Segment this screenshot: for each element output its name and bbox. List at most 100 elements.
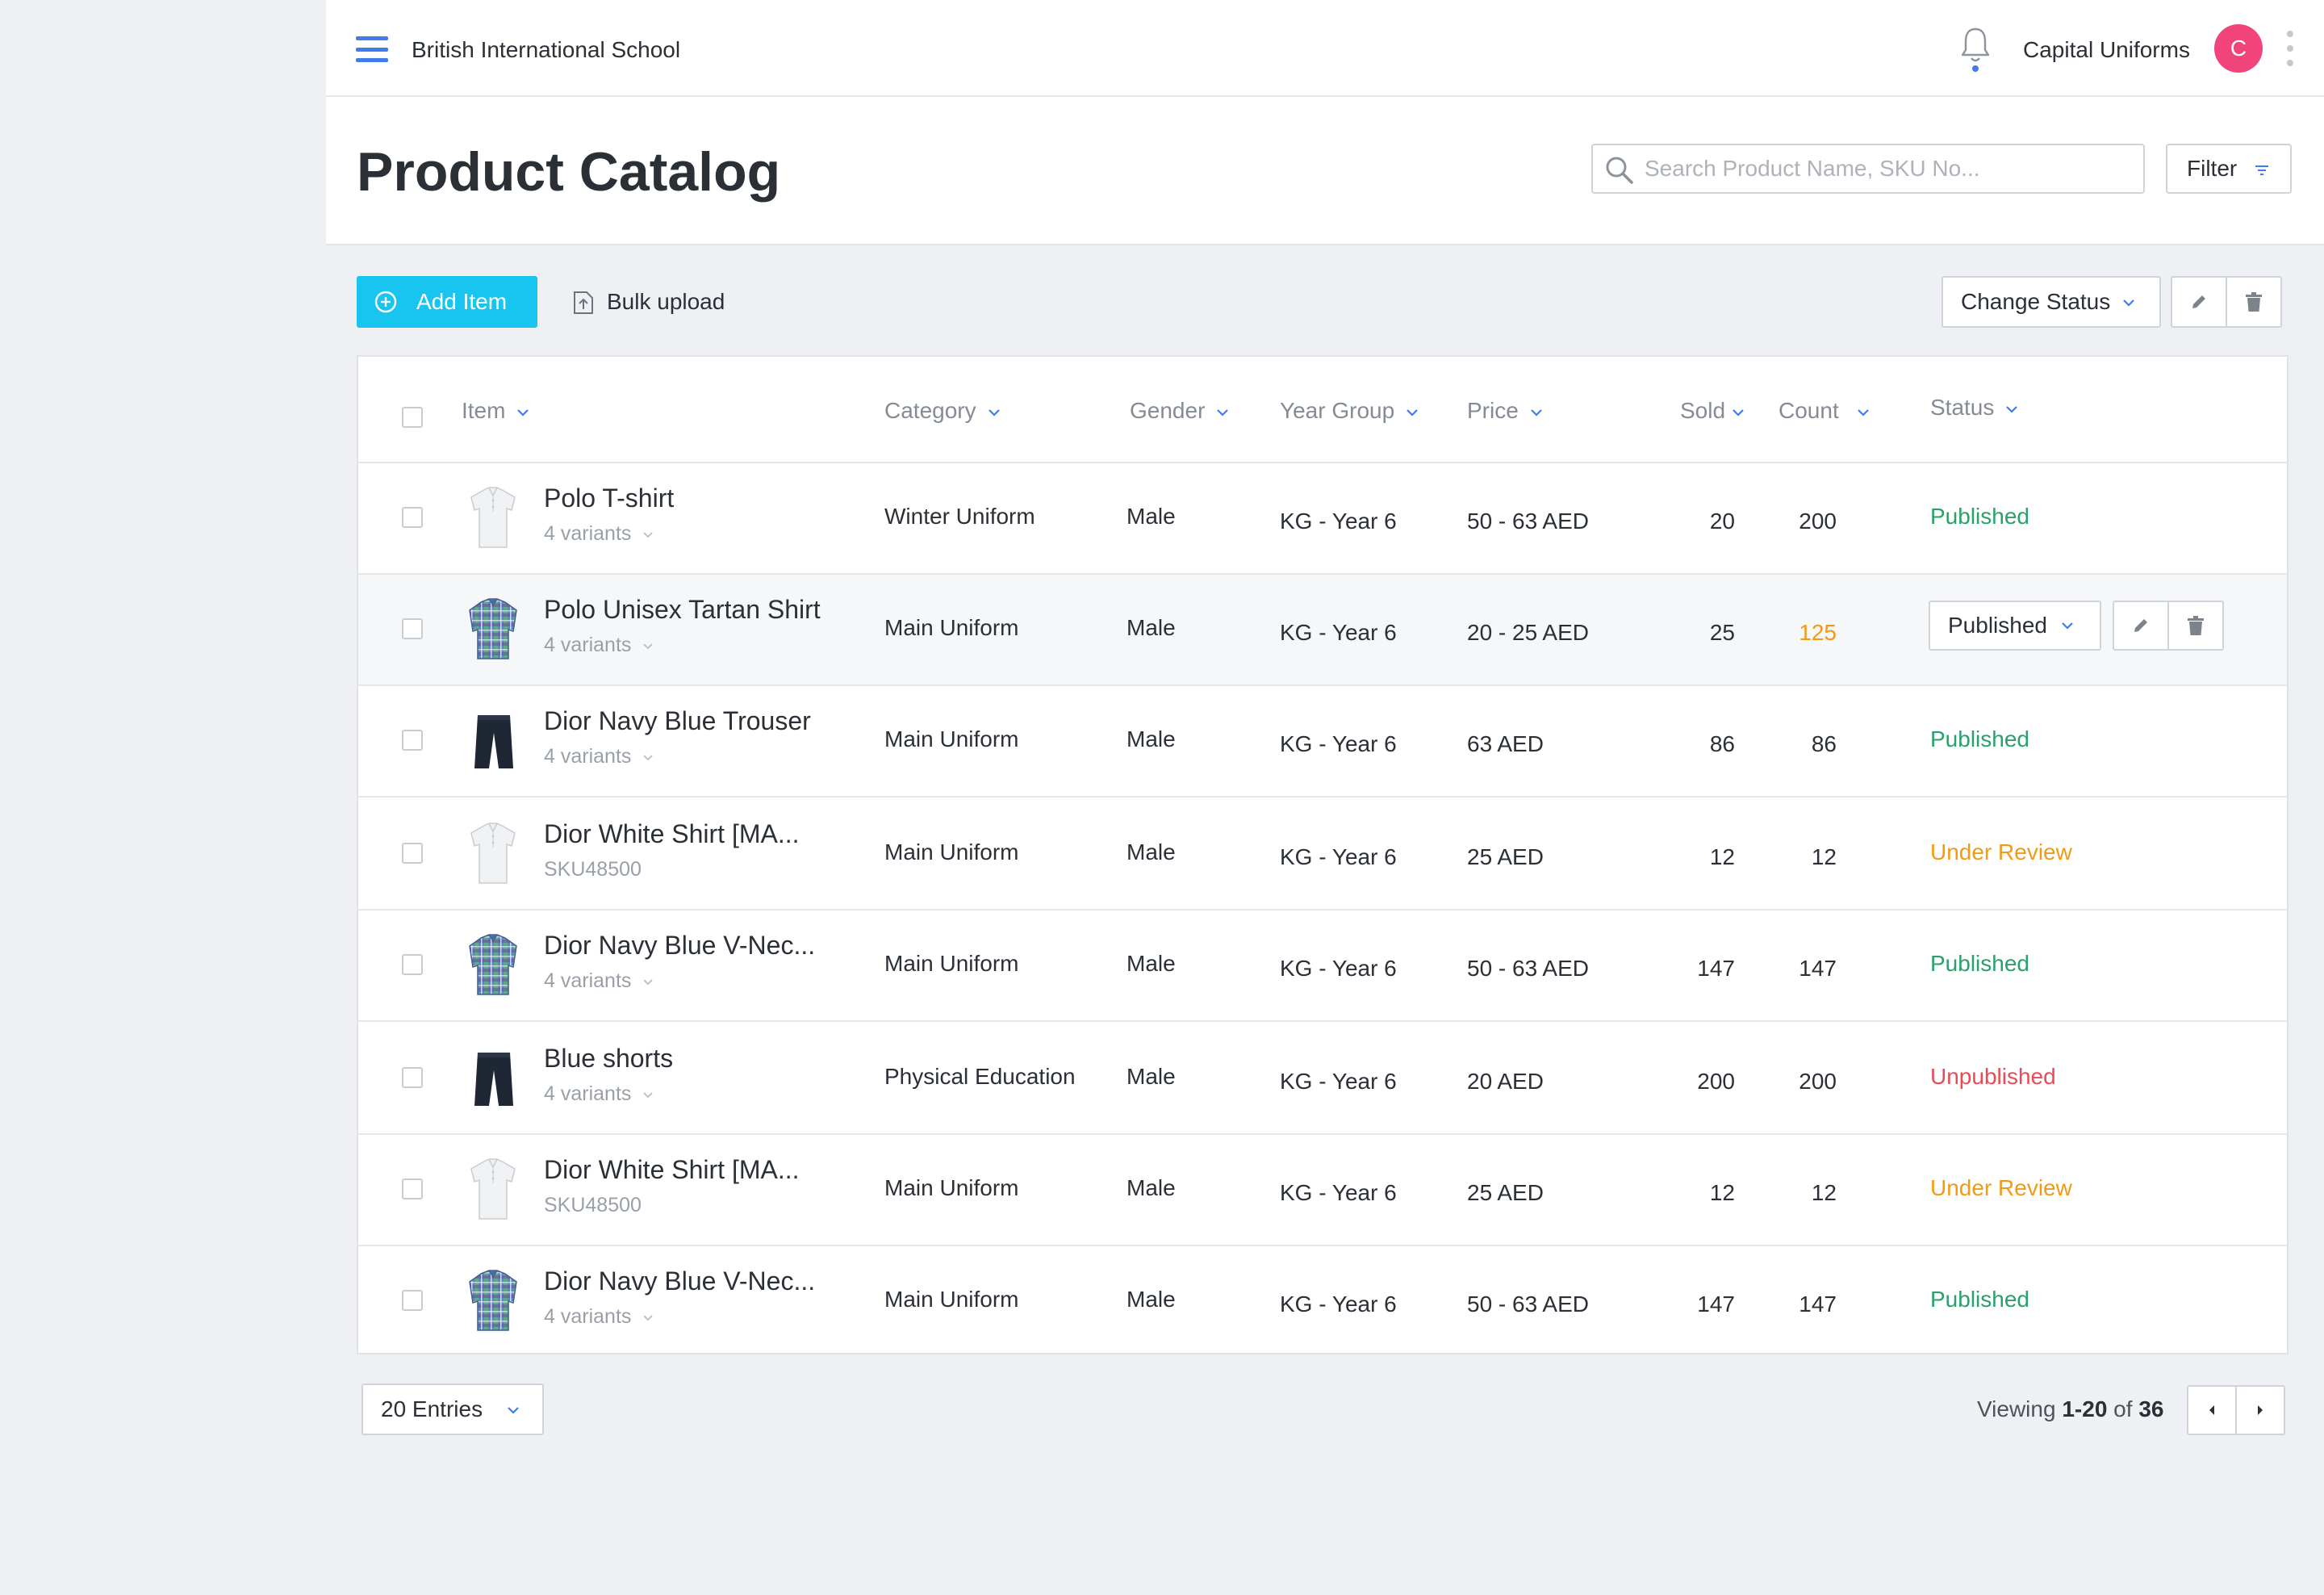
change-status-dropdown[interactable]: Change Status xyxy=(1942,276,2161,328)
product-count: 200 xyxy=(1799,1069,1837,1094)
column-header-count[interactable]: Count xyxy=(1779,397,1870,425)
row-status-dropdown[interactable]: Published xyxy=(1929,601,2101,651)
row-delete-button[interactable] xyxy=(2167,601,2224,651)
chevron-down-icon xyxy=(1733,408,1744,417)
column-header-item[interactable]: Item xyxy=(462,397,529,425)
column-header-category[interactable]: Category xyxy=(884,397,1001,425)
row-checkbox[interactable] xyxy=(402,954,423,975)
status-badge: Under Review xyxy=(1930,839,2072,864)
product-count: 125 xyxy=(1799,620,1837,645)
product-name[interactable]: Polo Unisex Tartan Shirt xyxy=(544,592,821,626)
upload-file-icon xyxy=(574,291,593,314)
pagination-summary: Viewing 1-20 of 36 xyxy=(1977,1396,2164,1421)
row-checkbox[interactable] xyxy=(402,618,423,639)
pencil-icon xyxy=(2192,295,2205,308)
account-name[interactable]: Capital Uniforms xyxy=(2023,32,2190,68)
avatar[interactable]: C xyxy=(2214,24,2263,73)
entries-per-page-dropdown[interactable]: 20 Entries xyxy=(362,1384,544,1435)
product-thumbnail xyxy=(465,594,521,664)
product-gender: Male xyxy=(1126,1287,1176,1312)
product-name[interactable]: Dior Navy Blue V-Nec... xyxy=(544,928,815,962)
product-name[interactable]: Dior White Shirt [MA... xyxy=(544,817,800,851)
chevron-down-icon xyxy=(643,1315,654,1321)
bulk-upload-label: Bulk upload xyxy=(607,289,725,314)
product-year-group: KG - Year 6 xyxy=(1280,509,1397,534)
search-box[interactable] xyxy=(1591,144,2145,194)
product-category: Main Uniform xyxy=(884,1175,1019,1200)
column-header-gender[interactable]: Gender xyxy=(1130,397,1229,425)
bulk-upload-button[interactable]: Bulk upload xyxy=(570,276,725,328)
product-price: 63 AED xyxy=(1467,731,1544,756)
product-variants[interactable]: 4 variants xyxy=(544,1303,654,1330)
product-name[interactable]: Dior White Shirt [MA... xyxy=(544,1153,800,1187)
chevron-down-icon xyxy=(643,979,654,986)
product-variants[interactable]: 4 variants xyxy=(544,967,654,994)
table-row[interactable]: Dior Navy Blue Trouser 4 variants Main Uni… xyxy=(358,686,2287,798)
status-badge: Unpublished xyxy=(1930,1064,2056,1089)
product-gender: Male xyxy=(1126,615,1176,640)
table-row[interactable]: Dior White Shirt [MA... SKU48500 Main Unif… xyxy=(358,799,2287,911)
table-header: Item Category Gender Year Group Price So… xyxy=(358,357,2287,463)
chevron-down-icon xyxy=(1407,408,1418,417)
row-checkbox[interactable] xyxy=(402,1067,423,1088)
filter-icon xyxy=(2255,165,2268,175)
hamburger-menu-icon[interactable] xyxy=(356,36,388,62)
product-name[interactable]: Polo T-shirt xyxy=(544,481,674,515)
product-count: 147 xyxy=(1799,1291,1837,1317)
column-header-price[interactable]: Price xyxy=(1467,397,1543,425)
status-badge: Under Review xyxy=(1930,1175,2072,1200)
select-all-checkbox[interactable] xyxy=(402,407,423,428)
product-sold: 12 xyxy=(1709,844,1735,869)
row-edit-button[interactable] xyxy=(2113,601,2169,651)
notification-bell-icon[interactable] xyxy=(1959,26,1992,74)
search-input[interactable] xyxy=(1645,145,2129,192)
product-name[interactable]: Dior Navy Blue V-Nec... xyxy=(544,1264,815,1298)
product-year-group: KG - Year 6 xyxy=(1280,620,1397,645)
table-row[interactable]: Blue shorts 4 variants Physical Education M… xyxy=(358,1024,2287,1135)
row-checkbox[interactable] xyxy=(402,1290,423,1311)
product-category: Winter Uniform xyxy=(884,504,1035,529)
product-count: 12 xyxy=(1811,844,1837,869)
product-variants[interactable]: 4 variants xyxy=(544,743,654,770)
bulk-delete-button[interactable] xyxy=(2226,276,2282,328)
bulk-edit-button[interactable] xyxy=(2171,276,2227,328)
column-header-status[interactable]: Status xyxy=(1930,394,2018,421)
product-gender: Male xyxy=(1126,951,1176,976)
product-price: 20 AED xyxy=(1467,1069,1544,1094)
chevron-down-icon xyxy=(2123,299,2134,307)
row-checkbox[interactable] xyxy=(402,1178,423,1199)
more-vertical-icon[interactable] xyxy=(2286,31,2294,69)
product-sold: 20 xyxy=(1709,509,1735,534)
chevron-down-icon xyxy=(988,408,1000,417)
product-variants[interactable]: 4 variants xyxy=(544,631,654,659)
table-row[interactable]: Polo Unisex Tartan Shirt 4 variants Main U… xyxy=(358,575,2287,686)
chevron-down-icon xyxy=(517,408,529,417)
row-checkbox[interactable] xyxy=(402,507,423,528)
product-name[interactable]: Dior Navy Blue Trouser xyxy=(544,704,811,738)
status-badge: Published xyxy=(1930,504,2029,529)
chevron-down-icon xyxy=(643,755,654,761)
product-variants[interactable]: 4 variants xyxy=(544,1080,654,1107)
product-thumbnail xyxy=(465,930,521,999)
product-thumbnail xyxy=(465,705,521,775)
trash-icon xyxy=(2188,616,2204,635)
filter-button[interactable]: Filter xyxy=(2166,144,2292,194)
product-category: Main Uniform xyxy=(884,615,1019,640)
table-row[interactable]: Polo T-shirt 4 variants Winter Uniform Male… xyxy=(358,463,2287,575)
chevron-down-icon xyxy=(643,643,654,650)
product-name[interactable]: Blue shorts xyxy=(544,1041,673,1075)
product-thumbnail xyxy=(465,1154,521,1224)
row-checkbox[interactable] xyxy=(402,843,423,864)
table-row[interactable]: Dior Navy Blue V-Nec... 4 variants Main Un… xyxy=(358,1246,2287,1358)
previous-page-button[interactable] xyxy=(2187,1385,2237,1435)
product-gender: Male xyxy=(1126,504,1176,529)
next-page-button[interactable] xyxy=(2235,1385,2285,1435)
product-variants[interactable]: 4 variants xyxy=(544,520,654,547)
add-item-button[interactable]: Add Item xyxy=(357,276,537,328)
table-row[interactable]: Dior Navy Blue V-Nec... 4 variants Main Un… xyxy=(358,911,2287,1022)
product-gender: Male xyxy=(1126,1175,1176,1200)
column-header-sold[interactable]: Sold xyxy=(1680,397,1745,425)
row-checkbox[interactable] xyxy=(402,730,423,751)
table-row[interactable]: Dior White Shirt [MA... SKU48500 Main Unif… xyxy=(358,1135,2287,1246)
column-header-year-group[interactable]: Year Group xyxy=(1280,397,1419,425)
